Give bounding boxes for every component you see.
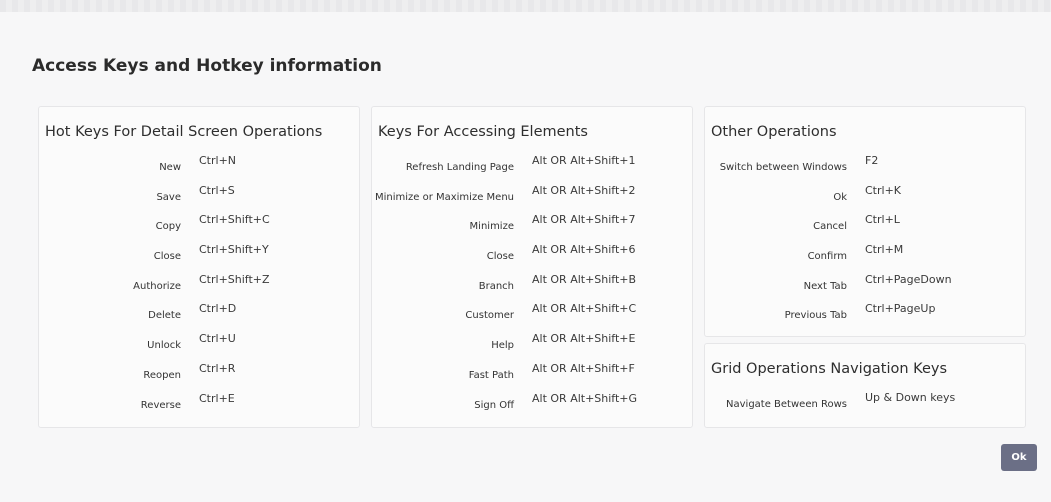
hotkey-value: Ctrl+Shift+C	[199, 213, 270, 227]
hotkey-label: Save	[156, 191, 181, 203]
hotkey-row: Help Alt OR Alt+Shift+E	[372, 331, 692, 361]
hotkey-value: Ctrl+Shift+Z	[199, 272, 270, 286]
hotkey-label: Fast Path	[468, 369, 514, 381]
hotkey-label: Refresh Landing Page	[405, 162, 514, 173]
hotkey-label: Customer	[465, 310, 514, 322]
hotkey-row: Copy Ctrl+Shift+C	[39, 212, 359, 242]
hotkey-label: New	[159, 162, 181, 173]
hotkey-label: Authorize	[133, 280, 181, 292]
hotkey-value: Alt OR Alt+Shift+F	[532, 361, 635, 375]
hotkey-value: Alt OR Alt+Shift+G	[532, 391, 638, 405]
hotkey-label: Navigate Between Rows	[726, 399, 847, 410]
panel-detail-screen-operations: Hot Keys For Detail Screen Operations Ne…	[38, 106, 360, 428]
hotkey-row: New Ctrl+N	[39, 153, 359, 183]
hotkey-row: Reopen Ctrl+R	[39, 361, 359, 391]
hotkey-value: Alt OR Alt+Shift+1	[532, 154, 636, 167]
hotkey-value: Ctrl+E	[199, 391, 235, 405]
hotkey-label: Close	[153, 251, 181, 263]
hotkey-value: Ctrl+K	[865, 183, 902, 197]
hotkey-row: Minimize Alt OR Alt+Shift+7	[372, 212, 692, 242]
hotkey-row: Customer Alt OR Alt+Shift+C	[372, 301, 692, 331]
hotkey-row: Refresh Landing Page Alt OR Alt+Shift+1	[372, 153, 692, 183]
hotkey-row: Close Ctrl+Shift+Y	[39, 242, 359, 272]
hotkey-value: Ctrl+R	[199, 361, 236, 375]
hotkey-row: Save Ctrl+S	[39, 183, 359, 213]
hotkey-label: Help	[491, 340, 514, 352]
hotkey-row: Switch between Windows F2	[705, 153, 1025, 183]
hotkey-row: Cancel Ctrl+L	[705, 212, 1025, 242]
hotkey-value: Ctrl+Shift+Y	[199, 243, 269, 257]
panel-heading: Hot Keys For Detail Screen Operations	[45, 124, 323, 140]
hotkey-value: Alt OR Alt+Shift+B	[532, 272, 637, 286]
panel-heading: Grid Operations Navigation Keys	[711, 361, 948, 377]
hotkey-label: Previous Tab	[784, 310, 847, 322]
hotkey-value: Ctrl+U	[199, 332, 236, 346]
hotkey-value: Alt OR Alt+Shift+2	[532, 183, 636, 197]
panel-other-operations: Other Operations Switch between Windows F…	[704, 106, 1026, 337]
hotkey-value: Ctrl+PageDown	[865, 272, 952, 286]
page-title: Access Keys and Hotkey information	[32, 56, 382, 76]
hotkey-value: Ctrl+D	[199, 302, 237, 316]
hotkey-label: Confirm	[807, 251, 847, 263]
hotkey-label: Delete	[148, 310, 181, 322]
hotkey-row: Close Alt OR Alt+Shift+6	[372, 242, 692, 272]
hotkey-label: Next Tab	[803, 280, 847, 292]
hotkey-value: Alt OR Alt+Shift+E	[532, 332, 636, 346]
hotkey-label: Minimize	[469, 221, 514, 233]
hotkey-row: Navigate Between Rows Up & Down keys	[705, 390, 1025, 420]
hotkey-value: Alt OR Alt+Shift+C	[532, 302, 637, 316]
hotkey-row: Ok Ctrl+K	[705, 183, 1025, 213]
hotkey-value: Up & Down keys	[865, 391, 956, 404]
hotkey-value: Ctrl+S	[199, 183, 235, 197]
hotkey-label: Unlock	[147, 340, 181, 352]
hotkey-row: Unlock Ctrl+U	[39, 331, 359, 361]
panel-heading: Keys For Accessing Elements	[378, 124, 588, 140]
hotkey-row: Confirm Ctrl+M	[705, 242, 1025, 272]
panel-accessing-elements: Keys For Accessing Elements Refresh Land…	[371, 106, 693, 428]
hotkey-label: Reverse	[140, 399, 181, 411]
hotkey-row: Previous Tab Ctrl+PageUp	[705, 301, 1025, 331]
hotkey-label: Switch between Windows	[719, 162, 847, 173]
hotkey-label: Sign Off	[474, 399, 514, 411]
hotkey-label: Ok	[833, 191, 847, 203]
hotkey-row: Sign Off Alt OR Alt+Shift+G	[372, 391, 692, 421]
panel-heading: Other Operations	[711, 124, 837, 140]
hotkey-label: Close	[486, 251, 514, 263]
panel-grid-navigation-keys: Grid Operations Navigation Keys Navigate…	[704, 343, 1026, 428]
hotkey-label: Cancel	[813, 221, 847, 233]
hotkey-label: Reopen	[143, 369, 181, 381]
hotkey-value: F2	[865, 154, 879, 167]
hotkey-value: Ctrl+PageUp	[865, 302, 936, 316]
hotkey-value: Ctrl+N	[199, 154, 237, 167]
hotkey-label: Minimize or Maximize Menu	[374, 191, 514, 203]
hotkey-row: Minimize or Maximize Menu Alt OR Alt+Shif…	[372, 183, 692, 213]
hotkey-row: Authorize Ctrl+Shift+Z	[39, 272, 359, 302]
hotkey-row: Branch Alt OR Alt+Shift+B	[372, 272, 692, 302]
hotkey-value: Alt OR Alt+Shift+6	[532, 243, 636, 257]
hotkey-label: Branch	[478, 280, 514, 292]
hotkey-row: Reverse Ctrl+E	[39, 391, 359, 421]
hotkey-value: Ctrl+L	[865, 213, 900, 227]
ok-button[interactable]: Ok	[1001, 444, 1037, 471]
hotkey-row: Delete Ctrl+D	[39, 301, 359, 331]
top-banner	[0, 0, 1051, 12]
hotkey-value: Ctrl+M	[865, 243, 904, 257]
hotkey-row: Fast Path Alt OR Alt+Shift+F	[372, 361, 692, 391]
hotkey-value: Alt OR Alt+Shift+7	[532, 213, 636, 227]
hotkey-label: Copy	[155, 221, 181, 233]
hotkey-row: Next Tab Ctrl+PageDown	[705, 272, 1025, 302]
